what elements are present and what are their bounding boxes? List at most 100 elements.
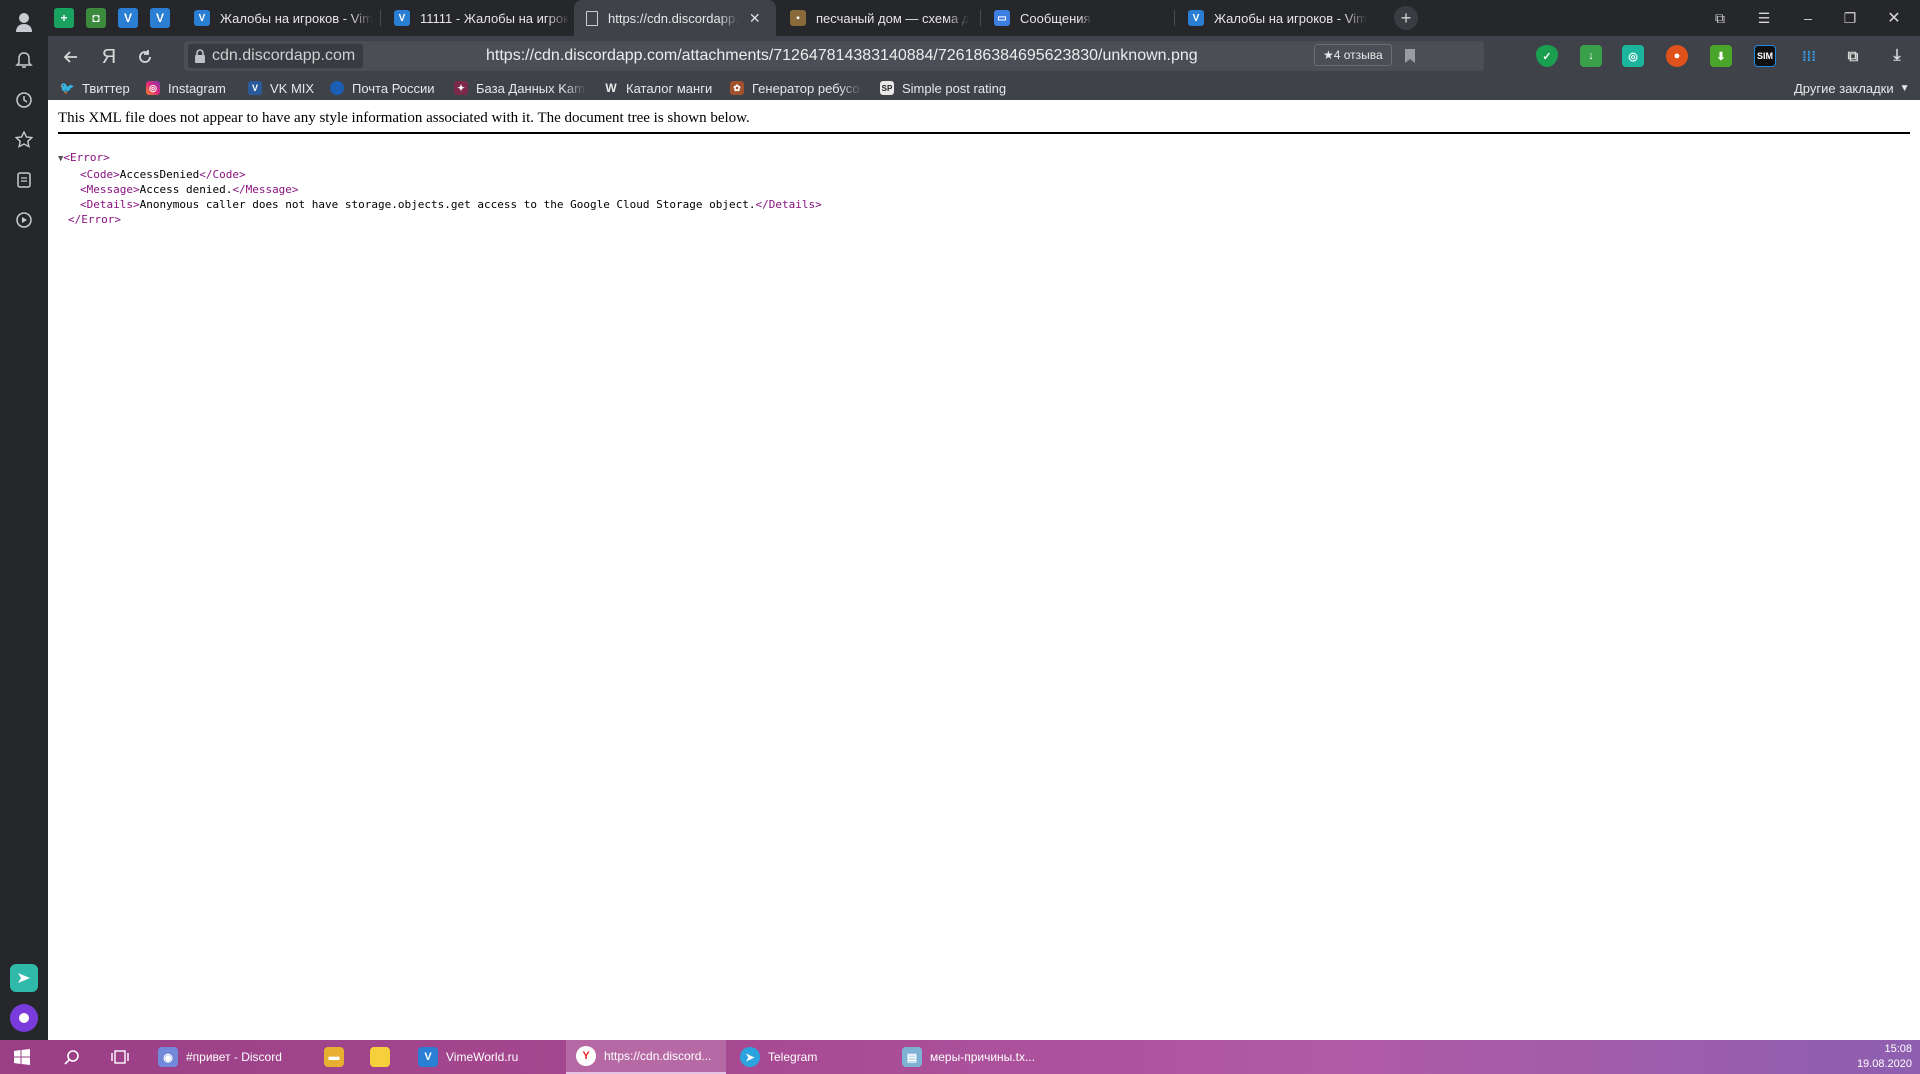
tab-sand-house[interactable]: ▪ песчаный дом — схема д <box>778 0 978 36</box>
xml-details-line: <Details>Anonymous caller does not have … <box>80 198 822 211</box>
taskbar-discord[interactable]: ◉ #привет - Discord <box>152 1040 312 1074</box>
start-windows-icon[interactable] <box>10 1040 34 1074</box>
extension-sim-icon[interactable]: SIM <box>1754 45 1776 67</box>
pinned-tab-sheets-icon[interactable]: + <box>54 8 74 28</box>
new-tab-plus-icon[interactable]: + <box>1394 6 1418 30</box>
notepad-icon: ▤ <box>902 1047 922 1067</box>
url-text[interactable]: https://cdn.discordapp.com/attachments/7… <box>486 41 1198 71</box>
taskbar-vimeworld[interactable]: V VimeWorld.ru <box>412 1040 562 1074</box>
extension-savefrom-icon[interactable]: ⬇ <box>1710 45 1732 67</box>
address-bar[interactable]: cdn.discordapp.com https://cdn.discordap… <box>184 41 1484 71</box>
adblock-shield-icon[interactable]: ✓ <box>1536 45 1558 67</box>
taskbar-sticky-notes[interactable] <box>364 1040 396 1074</box>
xml-document-tree: ▼<Error> <Code>AccessDenied</Code> <Mess… <box>58 150 822 227</box>
system-clock[interactable]: 15:08 19.08.2020 <box>1857 1042 1912 1072</box>
history-clock-icon[interactable] <box>12 88 36 112</box>
vimeworld-favicon-icon: V <box>194 10 210 26</box>
vimeworld-favicon-icon: V <box>394 10 410 26</box>
restore-window-icon[interactable]: ❐ <box>1840 8 1860 28</box>
rebus-icon: ✿ <box>730 81 744 95</box>
taskbar-explorer[interactable]: ▬ <box>318 1040 350 1074</box>
instagram-icon: ◎ <box>146 81 160 95</box>
tab-complaints-1[interactable]: V Жалобы на игроков - Vim <box>182 0 378 36</box>
reload-icon[interactable] <box>134 46 156 68</box>
close-window-icon[interactable]: ✕ <box>1884 8 1904 28</box>
tab-complaints-2[interactable]: V Жалобы на игроков - Vim <box>1176 0 1374 36</box>
taskbar-telegram[interactable]: ➤ Telegram <box>734 1040 884 1074</box>
favorites-star-icon[interactable] <box>12 128 36 152</box>
hamburger-menu-icon[interactable]: ☰ <box>1754 8 1774 28</box>
windows-taskbar: ◉ #привет - Discord ▬ V VimeWorld.ru Y h… <box>0 1040 1920 1074</box>
xml-error-close: </Error> <box>68 213 121 226</box>
task-view-icon[interactable] <box>108 1040 132 1074</box>
bookmark-other-folder[interactable]: Другие закладки ▼ <box>1794 76 1910 100</box>
vimeworld-favicon-icon: V <box>1188 10 1204 26</box>
minimize-window-icon[interactable]: – <box>1798 8 1818 28</box>
back-arrow-icon[interactable] <box>60 46 82 68</box>
bookmark-vkmix[interactable]: V VK MIX <box>248 76 314 100</box>
extension-collections-icon[interactable]: ⧉ <box>1842 45 1864 67</box>
search-icon[interactable] <box>60 1040 84 1074</box>
extension-fox-icon[interactable]: ● <box>1666 45 1688 67</box>
messages-favicon-icon: ▭ <box>994 10 1010 26</box>
profile-icon[interactable] <box>12 10 36 34</box>
reviews-badge[interactable]: ★4 отзыва <box>1314 44 1392 66</box>
close-tab-icon[interactable]: ✕ <box>749 10 761 27</box>
bookmark-instagram[interactable]: ◎ Instagram <box>146 76 226 100</box>
bookmark-rebus-generator[interactable]: ✿ Генератор ребусов <box>730 76 862 100</box>
tabs-menu-icon[interactable]: ⧉ <box>1710 8 1730 28</box>
tab-separator <box>1174 10 1175 26</box>
taskbar-notepad[interactable]: ▤ меры-причины.tx... <box>896 1040 1056 1074</box>
browser-side-panel <box>0 0 48 1040</box>
site-host-pill[interactable]: cdn.discordapp.com <box>188 44 364 68</box>
bookmark-flag-icon[interactable] <box>1404 48 1416 69</box>
bookmark-kami-database[interactable]: ✦ База Данных Kami <box>454 76 586 100</box>
taskbar-yandex-browser[interactable]: Y https://cdn.discord... <box>566 1040 726 1074</box>
pinned-tab-vimeworld-icon[interactable]: V <box>150 8 170 28</box>
downloads-icon[interactable]: ⤓ <box>1886 45 1908 67</box>
discord-icon: ◉ <box>158 1047 178 1067</box>
kami-icon: ✦ <box>454 81 468 95</box>
extension-grid-icon[interactable]: ⁞⁞⁞ <box>1798 45 1820 67</box>
russian-post-icon <box>330 81 344 95</box>
tab-strip: + ◘ V V V Жалобы на игроков - Vim V 1111… <box>48 0 1920 36</box>
browser-toolbar: Я cdn.discordapp.com https://cdn.discord… <box>48 36 1920 76</box>
yandex-logo-icon[interactable]: Я <box>98 46 120 68</box>
sp-icon: SP <box>880 81 894 95</box>
tab-discord-cdn-active[interactable]: https://cdn.discordapp. ✕ <box>574 0 776 36</box>
notice-divider <box>58 132 1910 134</box>
telegram-icon: ➤ <box>740 1047 760 1067</box>
yandex-browser-icon: Y <box>576 1046 596 1066</box>
file-explorer-icon: ▬ <box>324 1047 344 1067</box>
box-favicon-icon: ▪ <box>790 10 806 26</box>
twitter-bird-icon: 🐦 <box>59 81 75 95</box>
tab-separator <box>980 10 981 26</box>
extension-location-icon[interactable]: ◎ <box>1622 45 1644 67</box>
bookmark-russian-post[interactable]: Почта России <box>330 76 435 100</box>
extension-download-icon[interactable]: ↓ <box>1580 45 1602 67</box>
document-favicon-icon <box>586 10 598 26</box>
notifications-bell-icon[interactable] <box>12 48 36 72</box>
xml-error-open[interactable]: ▼<Error> <box>58 150 822 167</box>
tab-separator <box>380 10 381 26</box>
pinned-tab-vimeworld-icon[interactable]: V <box>118 8 138 28</box>
alice-assistant-icon[interactable] <box>10 1004 38 1032</box>
messenger-app-icon[interactable] <box>10 964 38 992</box>
tab-complaints-11111[interactable]: V 11111 - Жалобы на игрок <box>382 0 578 36</box>
xml-message-line: <Message>Access denied.</Message> <box>80 183 299 196</box>
bookmarks-bar: 🐦 Твиттер ◎ Instagram V VK MIX Почта Рос… <box>48 76 1920 100</box>
bookmark-twitter[interactable]: 🐦 Твиттер <box>60 76 130 100</box>
vimeworld-icon: V <box>418 1047 438 1067</box>
lock-icon <box>194 48 206 72</box>
bookmark-manga-catalog[interactable]: W Каталог манги <box>604 76 712 100</box>
chevron-down-icon: ▼ <box>1899 82 1910 94</box>
sticky-notes-icon <box>370 1047 390 1067</box>
pinned-tab-game-icon[interactable]: ◘ <box>86 8 106 28</box>
video-play-icon[interactable] <box>12 208 36 232</box>
xml-style-notice: This XML file does not appear to have an… <box>58 110 750 126</box>
bookmark-simple-post-rating[interactable]: SP Simple post rating <box>880 76 1006 100</box>
xml-code-line: <Code>AccessDenied</Code> <box>80 168 246 181</box>
vkmix-icon: V <box>248 81 262 95</box>
collections-icon[interactable] <box>12 168 36 192</box>
tab-messages[interactable]: ▭ Сообщения <box>982 0 1172 36</box>
